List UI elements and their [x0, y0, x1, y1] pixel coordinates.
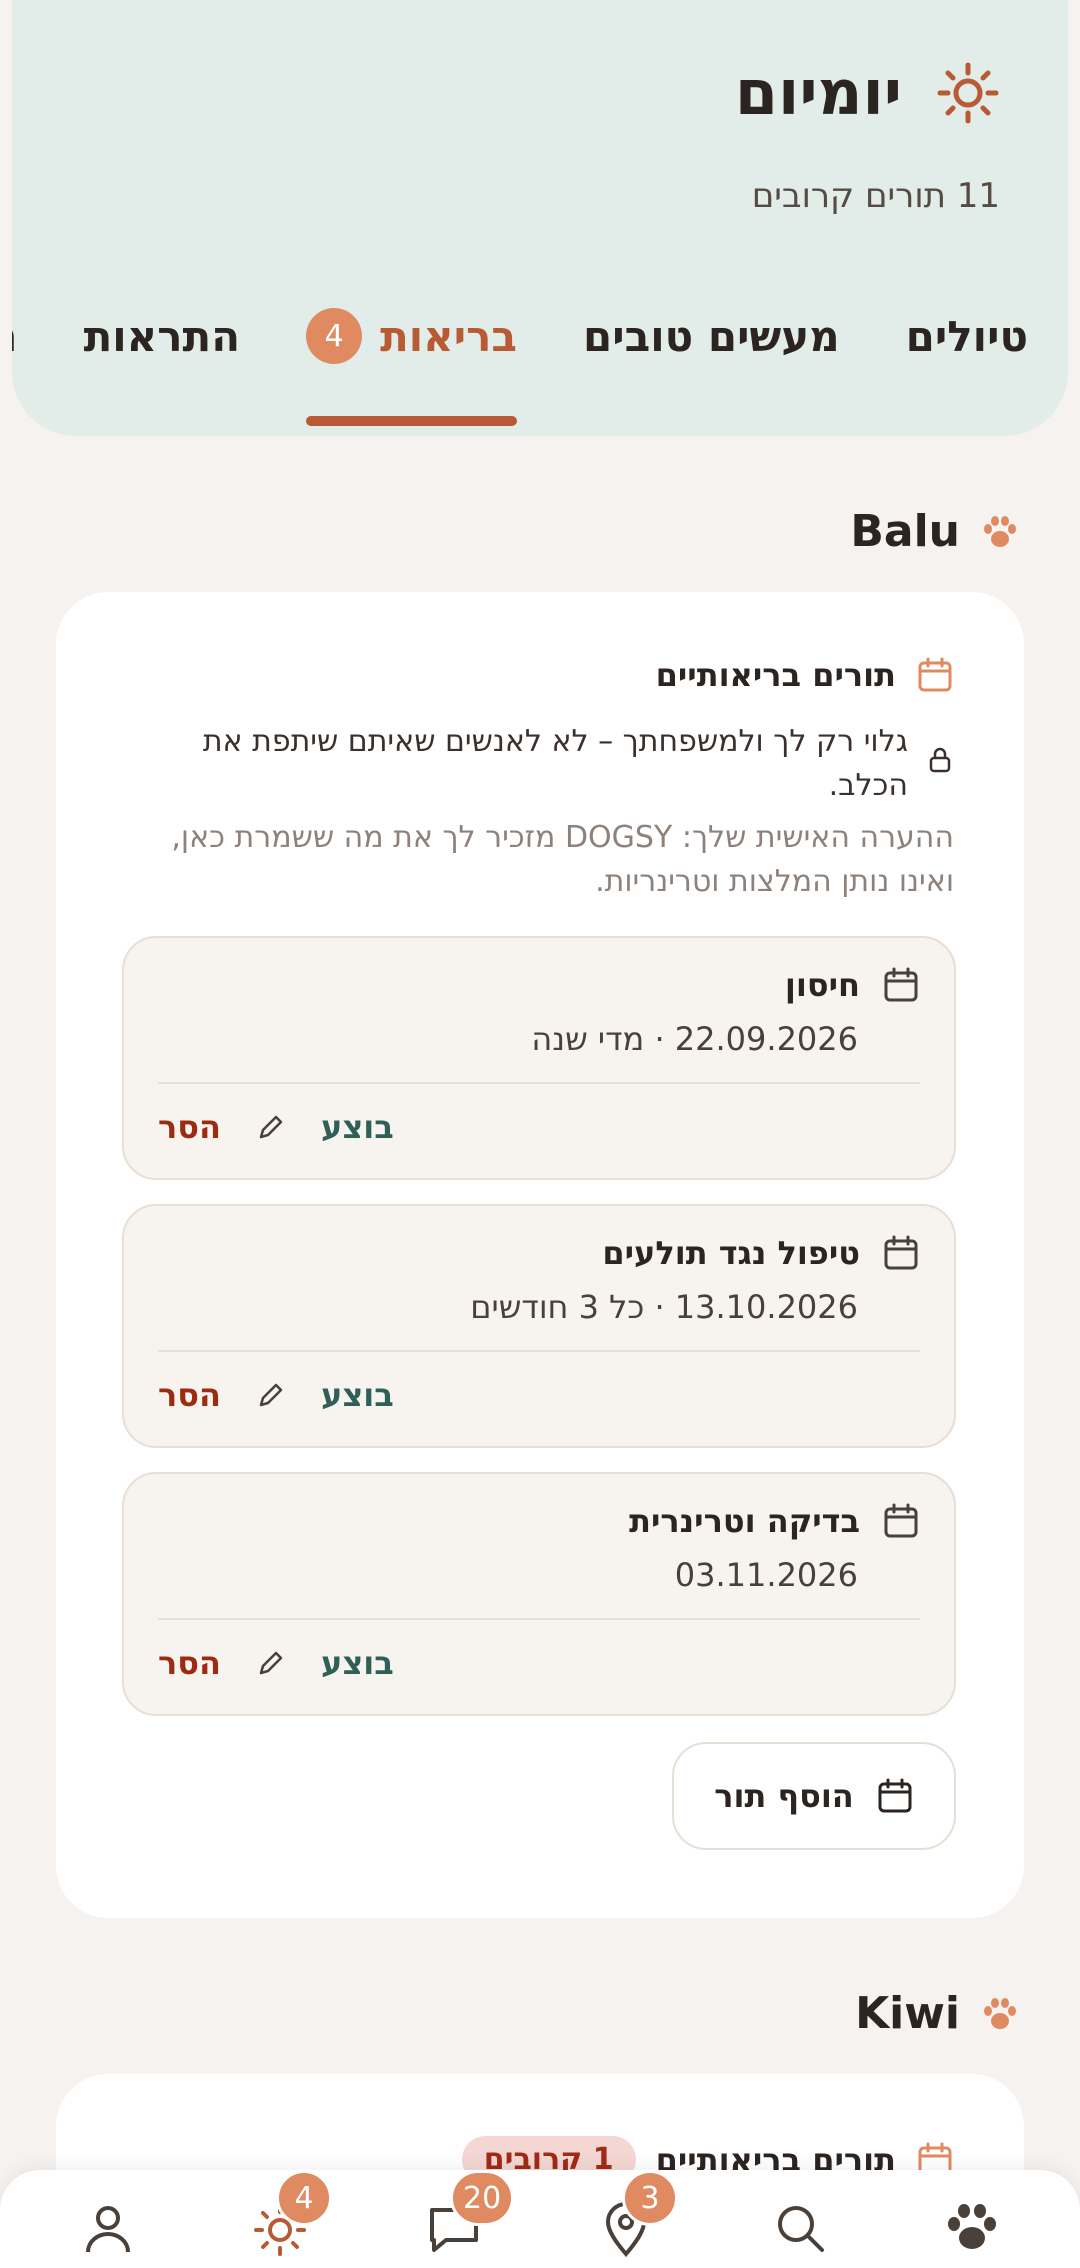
- tab-label: בריאות: [380, 311, 518, 361]
- lock-icon: [929, 747, 951, 773]
- appointment-card: טיפול נגד תולעים 13.10.2026 · כל 3 חודשי…: [122, 1204, 956, 1448]
- tab-good-deeds[interactable]: מעשים טובים: [583, 312, 840, 365]
- privacy-note-text: גלוי רק לך ולמשפחתך – לא לאנשים שאיתם שי…: [202, 724, 908, 803]
- tab-label: טיולים: [905, 311, 1028, 361]
- done-button[interactable]: בוצע: [321, 1376, 394, 1414]
- header: יומיום 11 תורים קרובים טיולים מעשים טובי…: [12, 0, 1068, 436]
- card-header: תורים בריאותיים: [656, 656, 954, 694]
- bottom-nav: 4 20 3: [0, 2170, 1080, 2268]
- section-title: תורים בריאותיים: [655, 656, 896, 694]
- dog-title-balu: Balu: [850, 506, 1020, 557]
- person-icon: [86, 2206, 130, 2253]
- calendar-icon: [884, 967, 918, 1002]
- app-title-row: יומיום: [735, 56, 1000, 129]
- appointment-card: בדיקה וטרינרית 03.11.2026 הסר בוצע: [122, 1472, 956, 1716]
- disclaimer: ההערה האישית שלך: DOGSY מזכיר לך את מה ש…: [171, 820, 954, 899]
- tab-health[interactable]: בריאות 4: [306, 308, 518, 426]
- nav-places-badge: 3: [622, 2170, 678, 2226]
- appointment-title-row: טיפול נגד תולעים: [602, 1234, 920, 1272]
- tab-walks[interactable]: טיולים: [906, 312, 1028, 365]
- dog-name: Kiwi: [855, 1988, 960, 2039]
- nav-messages[interactable]: 20: [424, 2170, 515, 2258]
- calendar-icon: [884, 1235, 918, 1270]
- nav-messages-badge: 20: [450, 2170, 515, 2226]
- nav-places[interactable]: 3: [596, 2170, 678, 2258]
- tab-bar: טיולים מעשים טובים בריאות 4 התראות נ: [12, 308, 1028, 426]
- calendar-icon: [884, 1503, 918, 1538]
- paw-icon: [948, 2204, 996, 2249]
- tab-label: מעשים טובים: [583, 311, 840, 361]
- page-title: יומיום: [734, 56, 902, 129]
- tab-alerts[interactable]: התראות: [84, 312, 241, 365]
- tab-more[interactable]: נ: [12, 312, 18, 365]
- appointment-date: 13.10.2026 · כל 3 חודשים: [470, 1288, 858, 1326]
- upcoming-count: 11 תורים קרובים: [751, 176, 1000, 216]
- remove-button[interactable]: הסר: [158, 1376, 221, 1414]
- search-icon: [778, 2206, 824, 2252]
- nav-dogs[interactable]: [942, 2198, 1002, 2258]
- tab-health-badge: 4: [306, 308, 363, 364]
- paw-icon: [984, 1997, 1016, 2029]
- nav-daily[interactable]: 4: [250, 2170, 332, 2258]
- appointment-card: חיסון 22.09.2026 · מדי שנה הסר בוצע: [122, 936, 956, 1180]
- divider: [158, 1082, 920, 1084]
- dog-name: Balu: [850, 506, 960, 557]
- appointment-title: חיסון: [784, 966, 860, 1004]
- done-button[interactable]: בוצע: [321, 1108, 394, 1146]
- dog-title-kiwi: Kiwi: [855, 1988, 1020, 2039]
- sun-icon: [937, 62, 999, 123]
- appointment-actions: הסר בוצע: [158, 1108, 394, 1146]
- tab-label: נ: [12, 312, 18, 361]
- divider: [158, 1350, 920, 1352]
- appointment-actions: הסר בוצע: [158, 1644, 394, 1682]
- appointment-title-row: חיסון: [785, 966, 920, 1004]
- remove-button[interactable]: הסר: [158, 1644, 221, 1682]
- calendar-icon: [878, 1778, 912, 1813]
- divider: [158, 1618, 920, 1620]
- appointment-date: 22.09.2026 · מדי שנה: [531, 1020, 858, 1058]
- done-button[interactable]: בוצע: [321, 1644, 394, 1682]
- tab-label: התראות: [83, 311, 241, 361]
- nav-search[interactable]: [770, 2198, 830, 2258]
- appointment-actions: הסר בוצע: [158, 1376, 394, 1414]
- add-appointment-button[interactable]: הוסף תור: [672, 1742, 956, 1850]
- health-card-balu: תורים בריאותיים גלוי רק לך ולמשפחתך – לא…: [56, 592, 1024, 1918]
- appointment-title: בדיקה וטרינרית: [629, 1502, 860, 1540]
- appointment-title-row: בדיקה וטרינרית: [629, 1502, 920, 1540]
- paw-icon: [984, 515, 1016, 547]
- pencil-icon[interactable]: [255, 1379, 287, 1411]
- nav-profile[interactable]: [78, 2198, 138, 2258]
- privacy-note: גלוי רק לך ולמשפחתך – לא לאנשים שאיתם שי…: [154, 720, 954, 808]
- pencil-icon[interactable]: [255, 1111, 287, 1143]
- add-appointment-label: הוסף תור: [714, 1777, 854, 1815]
- appointment-date: 03.11.2026: [674, 1556, 858, 1594]
- calendar-icon: [918, 657, 952, 692]
- remove-button[interactable]: הסר: [158, 1108, 221, 1146]
- nav-daily-badge: 4: [276, 2170, 332, 2226]
- pencil-icon[interactable]: [255, 1647, 287, 1679]
- appointment-title: טיפול נגד תולעים: [602, 1234, 860, 1272]
